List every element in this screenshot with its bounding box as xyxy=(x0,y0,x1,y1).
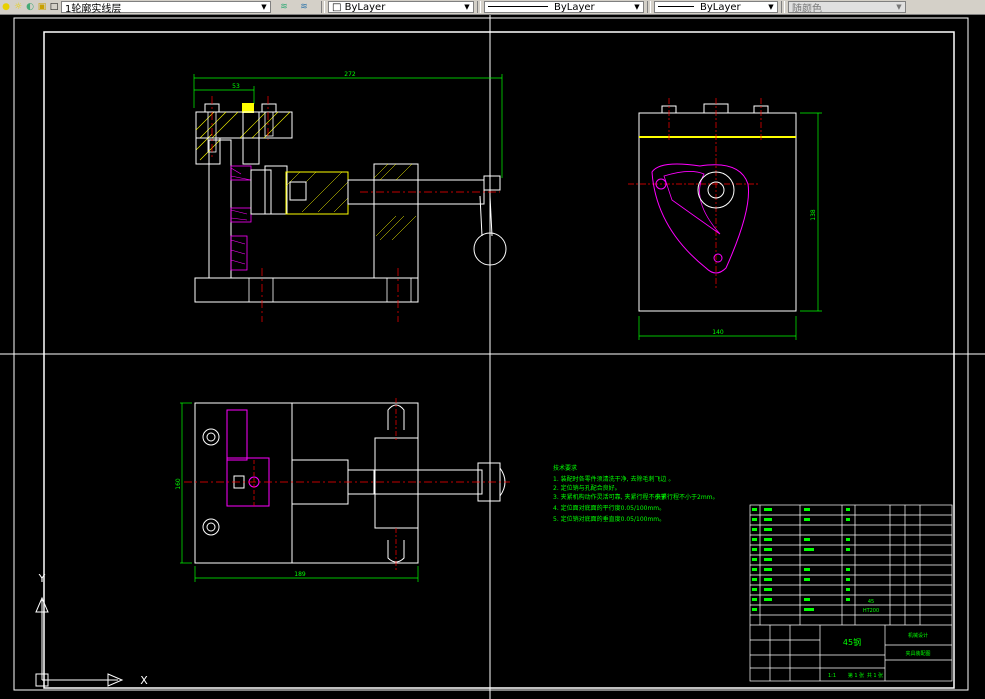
ucs-x-label: X xyxy=(140,674,148,687)
dim-front-offset: 53 xyxy=(232,83,240,90)
scale-value: 1:1 xyxy=(828,673,836,679)
part-material: HT200 xyxy=(863,608,879,614)
note-line: 3. 夹紧机构动作灵活可靠, 夹紧行程不小于 xyxy=(553,493,666,501)
drawing-frame xyxy=(43,31,955,689)
dim-front-width: 272 xyxy=(344,71,356,78)
dim-side-height: 138 xyxy=(810,209,817,221)
dim-side-width: 140 xyxy=(712,329,724,336)
note-line: 1. 装配时各零件须清洗干净, 去除毛刺飞边 。 xyxy=(553,475,674,483)
dim-top-height: 160 xyxy=(175,478,182,490)
bom-row-markers xyxy=(752,508,850,611)
bom-table xyxy=(750,505,952,625)
front-view[interactable]: 272 53 xyxy=(193,71,507,322)
drawing-canvas[interactable]: 272 53 140 138 160 189 技术要求 1. 装配时各零件须清洗… xyxy=(0,0,985,699)
technical-notes: 技术要求 1. 装配时各零件须清洗干净, 去除毛刺飞边 。 2. 定位销与孔配合… xyxy=(553,464,719,523)
note-line: 5. 定位销对底面的垂直度0.05/100mm。 xyxy=(553,515,665,523)
ucs-icon: Y X xyxy=(35,572,148,687)
sheet-number: 第 1 张 xyxy=(848,672,864,679)
sheet-count: 共 1 张 xyxy=(867,672,883,679)
dim-top-width: 189 xyxy=(294,571,306,578)
note-line: 2. 定位销与孔配合良好。 xyxy=(553,484,621,492)
drawing-name: 夹具装配图 xyxy=(905,650,930,657)
note-stroke: 夹紧行程不小于2mm。 xyxy=(655,493,719,501)
company-name: 机械设计 xyxy=(908,632,928,639)
ucs-y-label: Y xyxy=(38,572,46,585)
material-label: 45钢 xyxy=(843,637,861,647)
part-qty: 45 xyxy=(868,599,874,605)
notes-title: 技术要求 xyxy=(553,464,577,472)
side-view[interactable]: 140 138 xyxy=(628,98,822,340)
top-view[interactable]: 160 189 xyxy=(175,398,510,582)
note-line: 4. 定位面对底面的平行度0.05/100mm。 xyxy=(553,504,665,512)
